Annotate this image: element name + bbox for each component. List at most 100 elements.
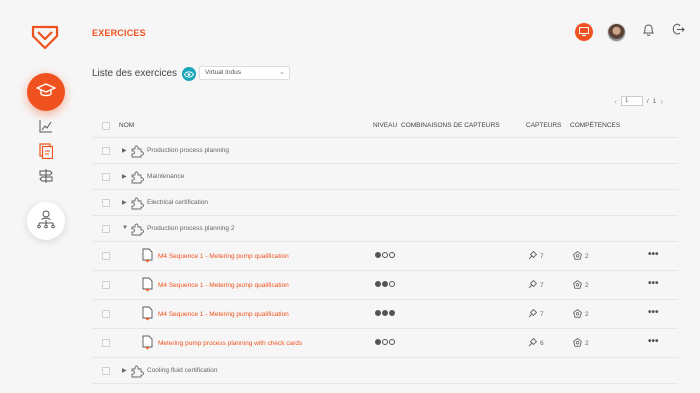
sensors-count: 7 xyxy=(528,250,544,262)
select-all-checkbox[interactable] xyxy=(102,122,110,130)
sidebar-item-statistics[interactable] xyxy=(37,119,55,137)
environment-select[interactable]: Virtual Indus ⌄ xyxy=(199,66,290,80)
puzzle-icon xyxy=(131,145,144,158)
folder-label[interactable]: Production process planning 2 xyxy=(147,225,234,232)
row-checkbox[interactable] xyxy=(102,252,110,260)
skill-icon xyxy=(573,338,582,349)
column-header-skills[interactable]: COMPÉTENCES xyxy=(570,122,620,129)
skill-icon xyxy=(573,309,582,320)
puzzle-icon xyxy=(131,197,144,210)
pagination: ‹ 1 / 1 › xyxy=(614,96,663,106)
exercise-label[interactable]: M4 Sequence 1 - Metering pump qualificat… xyxy=(158,253,289,260)
document-icon xyxy=(142,335,153,350)
level-dot xyxy=(375,252,381,258)
avatar[interactable] xyxy=(607,22,626,42)
sidebar-item-users[interactable] xyxy=(27,202,65,240)
level-dot xyxy=(375,339,381,345)
more-options-icon[interactable]: ••• xyxy=(648,336,659,347)
exercise-row[interactable]: M4 Sequence 1 - Metering pump qualificat… xyxy=(92,300,678,329)
column-header-level[interactable]: NIVEAU xyxy=(373,122,397,129)
folder-row[interactable]: ▼ Production process planning 2 xyxy=(92,216,678,242)
list-title: Liste des exercices xyxy=(92,68,178,79)
notifications-button[interactable] xyxy=(640,23,656,42)
caret-right-icon[interactable]: ▶ xyxy=(122,147,127,154)
more-options-icon[interactable]: ••• xyxy=(648,307,659,318)
screen-button[interactable] xyxy=(575,23,593,41)
level-dot xyxy=(389,281,395,287)
puzzle-icon xyxy=(131,365,144,378)
sensor-icon xyxy=(528,337,538,349)
folder-row[interactable]: ▶ Electrical certification xyxy=(92,190,678,216)
folder-row[interactable]: ▶ Maintenance xyxy=(92,164,678,190)
column-header-sensors[interactable]: CAPTEURS xyxy=(526,122,561,129)
folder-label[interactable]: Electrical certification xyxy=(147,199,208,206)
chevron-down-icon: ⌄ xyxy=(279,69,285,76)
caret-right-icon[interactable]: ▶ xyxy=(122,173,127,180)
level-dot xyxy=(382,339,388,345)
exercise-doc-icon xyxy=(39,142,54,164)
bell-icon xyxy=(642,23,655,42)
visibility-toggle[interactable] xyxy=(182,67,196,81)
more-options-icon[interactable]: ••• xyxy=(648,278,659,289)
exercise-label[interactable]: M4 Sequence 1 - Metering pump qualificat… xyxy=(158,282,289,289)
row-checkbox[interactable] xyxy=(102,173,110,181)
caret-right-icon[interactable]: ▶ xyxy=(122,367,127,374)
level-indicator xyxy=(375,281,395,287)
level-dot xyxy=(382,310,388,316)
row-checkbox[interactable] xyxy=(102,225,110,233)
table-body: ▶ Production process planning ▶ Maintenance… xyxy=(92,138,678,384)
skill-icon xyxy=(573,280,582,291)
logout-button[interactable] xyxy=(670,23,686,41)
sensors-value: 6 xyxy=(540,340,544,347)
table-header: NOM NIVEAU COMBINAISONS DE CAPTEURS CAPT… xyxy=(92,114,678,138)
level-dot xyxy=(389,339,395,345)
sidebar xyxy=(0,0,92,393)
folder-row[interactable]: ▶ Cooling fluid certification xyxy=(92,358,678,384)
row-checkbox[interactable] xyxy=(102,367,110,375)
skills-count: 2 xyxy=(573,338,589,349)
level-dot xyxy=(389,310,395,316)
exercise-label[interactable]: M4 Sequence 1 - Metering pump qualificat… xyxy=(158,311,289,318)
more-options-icon[interactable]: ••• xyxy=(648,249,659,260)
document-icon xyxy=(142,248,153,263)
user-hierarchy-icon xyxy=(36,209,56,234)
folder-label[interactable]: Maintenance xyxy=(147,173,184,180)
folder-row[interactable]: ▶ Production process planning xyxy=(92,138,678,164)
row-checkbox[interactable] xyxy=(102,147,110,155)
page-total: 1 xyxy=(652,97,657,105)
sensor-icon xyxy=(528,308,538,320)
skill-icon xyxy=(573,251,582,262)
sensor-icon xyxy=(528,250,538,262)
previous-page-icon[interactable]: ‹ xyxy=(614,97,617,106)
row-checkbox[interactable] xyxy=(102,199,110,207)
puzzle-icon xyxy=(131,171,144,184)
fox-logo-icon[interactable] xyxy=(30,22,60,52)
logout-icon xyxy=(672,23,685,41)
sensors-value: 7 xyxy=(540,311,544,318)
caret-down-icon[interactable]: ▼ xyxy=(122,225,128,231)
folder-label[interactable]: Production process planning xyxy=(147,147,229,154)
exercise-row[interactable]: Metering pump process planning with chec… xyxy=(92,329,678,358)
skills-count: 2 xyxy=(573,280,589,291)
folder-label[interactable]: Cooling fluid certification xyxy=(147,367,217,374)
sidebar-item-exercises-home[interactable] xyxy=(27,73,65,111)
level-indicator xyxy=(375,252,395,258)
row-checkbox[interactable] xyxy=(102,339,110,347)
row-checkbox[interactable] xyxy=(102,281,110,289)
exercise-row[interactable]: M4 Sequence 1 - Metering pump qualificat… xyxy=(92,271,678,300)
skills-value: 2 xyxy=(585,311,589,318)
column-header-combinations[interactable]: COMBINAISONS DE CAPTEURS xyxy=(401,122,500,129)
sidebar-item-orientation[interactable] xyxy=(37,168,55,187)
exercise-label[interactable]: Metering pump process planning with chec… xyxy=(158,340,302,347)
exercises-table: NOM NIVEAU COMBINAISONS DE CAPTEURS CAPT… xyxy=(92,114,678,384)
next-page-icon[interactable]: › xyxy=(660,97,663,106)
level-dot xyxy=(382,252,388,258)
page-input[interactable]: 1 xyxy=(620,96,643,106)
page-title: EXERCICES xyxy=(92,28,146,38)
sidebar-item-exercises[interactable] xyxy=(37,142,55,164)
environment-select-value: Virtual Indus xyxy=(205,69,242,76)
column-header-name[interactable]: NOM xyxy=(119,122,134,129)
exercise-row[interactable]: M4 Sequence 1 - Metering pump qualificat… xyxy=(92,242,678,271)
row-checkbox[interactable] xyxy=(102,310,110,318)
caret-right-icon[interactable]: ▶ xyxy=(122,199,127,206)
